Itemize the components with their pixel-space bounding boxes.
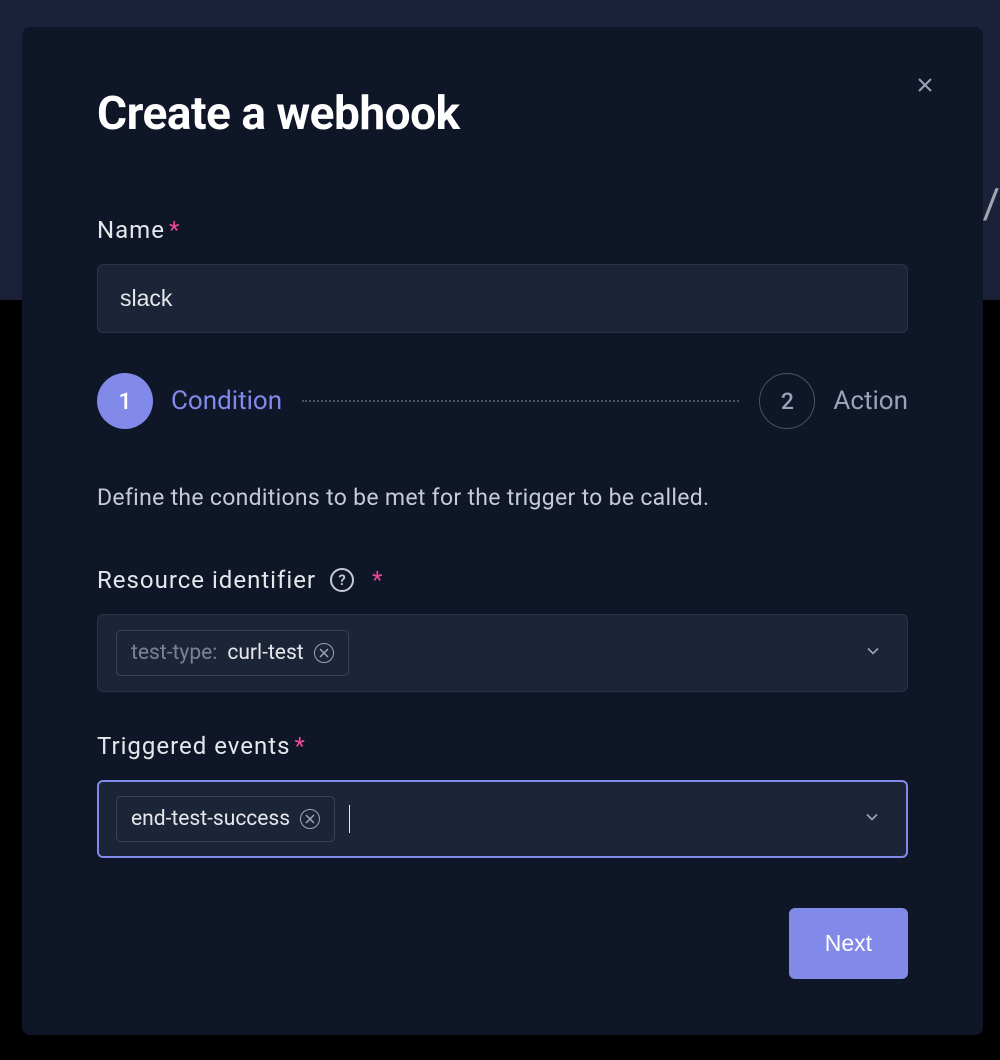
remove-tag-button[interactable] (314, 643, 334, 663)
step-connector (302, 400, 739, 402)
tag-value: curl-test (227, 641, 303, 665)
chevron-down-icon (863, 641, 883, 665)
name-field-group: Name* (97, 216, 908, 333)
event-tag: end-test-success (116, 796, 335, 842)
step-action[interactable]: 2 Action (759, 373, 908, 429)
required-indicator: * (372, 566, 382, 594)
remove-icon (319, 648, 329, 658)
wizard-stepper: 1 Condition 2 Action (97, 373, 908, 429)
step-condition[interactable]: 1 Condition (97, 373, 282, 429)
resource-identifier-label: Resource identifier (97, 566, 316, 594)
remove-icon (305, 814, 315, 824)
backdrop-text: / (983, 180, 1000, 229)
resource-identifier-field-group: Resource identifier ? * test-type: curl-… (97, 566, 908, 692)
create-webhook-modal: Create a webhook Name* 1 Condition 2 Act… (22, 27, 983, 1035)
step-2-circle: 2 (759, 373, 815, 429)
text-cursor (349, 805, 350, 833)
chevron-down-icon (862, 807, 882, 831)
remove-tag-button[interactable] (300, 809, 320, 829)
step-1-circle: 1 (97, 373, 153, 429)
next-button[interactable]: Next (789, 908, 908, 979)
help-icon[interactable]: ? (330, 568, 354, 592)
modal-title: Create a webhook (97, 87, 908, 141)
triggered-events-select[interactable]: end-test-success (97, 780, 908, 858)
name-input[interactable] (97, 264, 908, 333)
resource-identifier-select[interactable]: test-type: curl-test (97, 614, 908, 692)
close-button[interactable] (905, 65, 945, 105)
tag-key: test-type: (131, 641, 217, 665)
tag-value: end-test-success (131, 807, 290, 831)
required-indicator: * (169, 216, 180, 244)
resource-tag: test-type: curl-test (116, 630, 349, 676)
close-icon (913, 73, 937, 97)
condition-description: Define the conditions to be met for the … (97, 484, 908, 511)
step-1-label: Condition (171, 386, 282, 416)
triggered-events-field-group: Triggered events* end-test-success (97, 732, 908, 858)
button-row: Next (97, 908, 908, 979)
triggered-events-label: Triggered events* (97, 732, 908, 760)
required-indicator: * (294, 732, 305, 760)
name-label: Name* (97, 216, 908, 244)
step-2-label: Action (833, 386, 908, 416)
